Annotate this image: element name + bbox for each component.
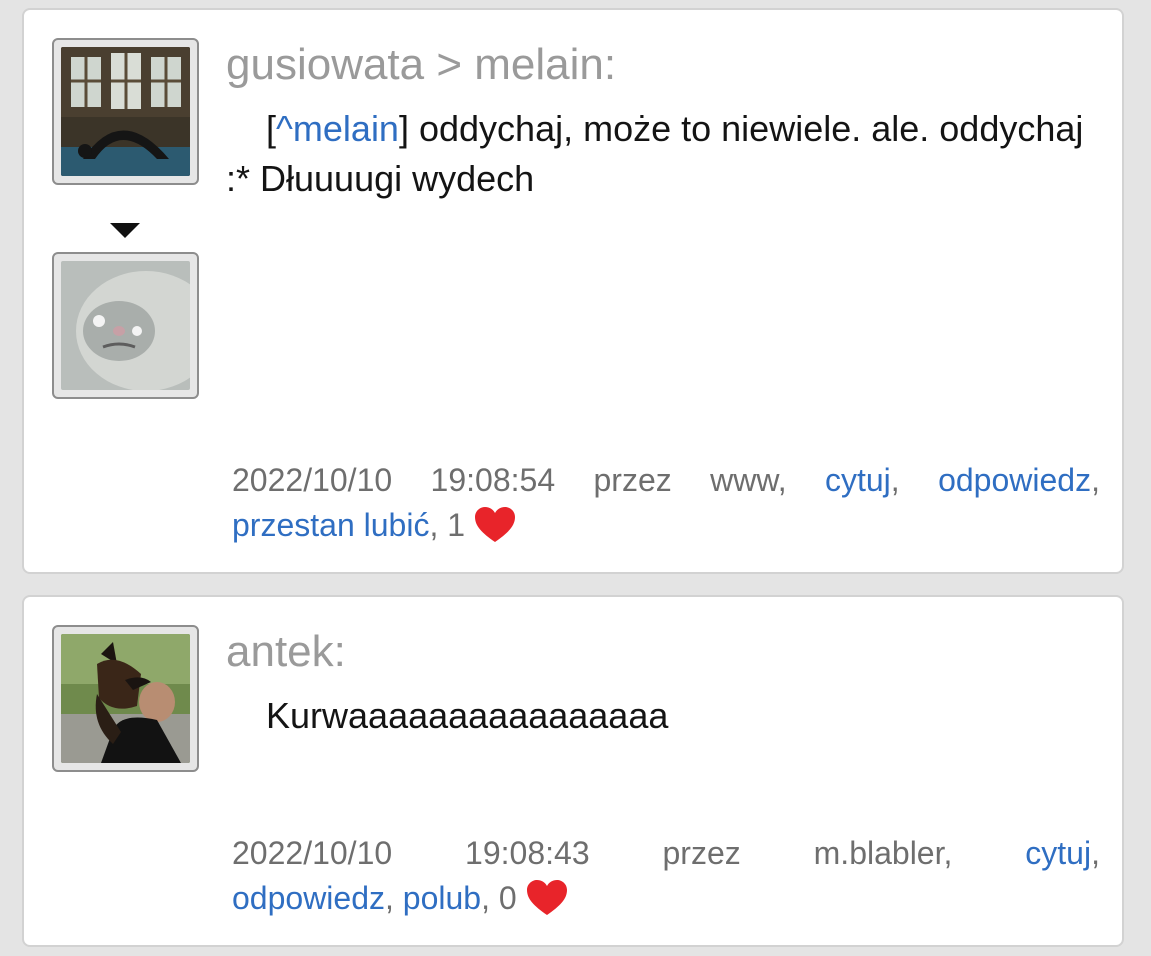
separator: , bbox=[429, 506, 439, 543]
post-author: antek: bbox=[226, 627, 346, 676]
separator: , bbox=[1091, 462, 1100, 498]
heart-icon bbox=[526, 879, 567, 915]
mention-link[interactable]: ^melain bbox=[276, 108, 399, 149]
meta-line: 2022/10/10 19:08:43 przez m.blabler, cyt… bbox=[232, 831, 1100, 876]
quote-link[interactable]: cytuj bbox=[1025, 835, 1091, 871]
quote-item: cytuj, bbox=[825, 458, 900, 503]
post-content: [^melain] oddychaj, może to niewiele. al… bbox=[226, 104, 1106, 203]
post-via: przez bbox=[662, 835, 741, 871]
heart-icon bbox=[474, 506, 515, 542]
separator: , bbox=[481, 879, 490, 916]
meta-line: 2022/10/10 19:08:54 przez www, cytuj, od… bbox=[232, 458, 1100, 503]
separator: , bbox=[1091, 835, 1100, 871]
caret-down-icon bbox=[110, 223, 140, 238]
post-card: gusiowata > melain: [^melain] oddychaj, … bbox=[22, 8, 1124, 574]
post-meta: 2022/10/10 19:08:54 przez www, cytuj, od… bbox=[232, 458, 1100, 548]
post-date: 2022/10/10 bbox=[232, 462, 393, 498]
like-link[interactable]: polub bbox=[403, 880, 481, 916]
post-date: 2022/10/10 bbox=[232, 835, 393, 871]
avatar-photo-hedgehog bbox=[61, 261, 190, 390]
meta-line: odpowiedz, polub, 0 bbox=[232, 876, 1100, 921]
post-content: Kurwaaaaaaaaaaaaaaaa bbox=[226, 691, 1106, 741]
sender-avatar[interactable] bbox=[52, 38, 199, 185]
post-time: 19:08:43 bbox=[465, 835, 590, 871]
avatar-photo-yoga bbox=[61, 47, 190, 176]
quote-link[interactable]: cytuj bbox=[825, 462, 891, 498]
reply-item: odpowiedz, bbox=[938, 458, 1100, 503]
post-time: 19:08:54 bbox=[430, 462, 556, 498]
post-meta: 2022/10/10 19:08:43 przez m.blabler, cyt… bbox=[232, 831, 1100, 921]
post-text: Kurwaaaaaaaaaaaaaaaa bbox=[266, 695, 669, 736]
separator: , bbox=[890, 462, 900, 498]
reply-link[interactable]: odpowiedz bbox=[938, 462, 1091, 498]
likes-count: 1 bbox=[447, 506, 466, 543]
post-author: gusiowata > melain: bbox=[226, 40, 617, 89]
post-source: www, bbox=[710, 462, 787, 498]
avatar-photo-dog bbox=[61, 634, 190, 763]
mention-bracket-close: ] bbox=[398, 108, 409, 149]
mention-bracket-open: [ bbox=[266, 108, 277, 149]
post-source: m.blabler, bbox=[813, 835, 953, 871]
likes-count: 0 bbox=[498, 879, 517, 916]
quote-item: cytuj, bbox=[1025, 831, 1100, 876]
post-via: przez bbox=[593, 462, 672, 498]
post-card: antek: Kurwaaaaaaaaaaaaaaaa 2022/10/10 1… bbox=[22, 595, 1124, 947]
unlike-link[interactable]: przestan lubić bbox=[232, 507, 429, 543]
recipient-avatar[interactable] bbox=[52, 252, 199, 399]
meta-line: przestan lubić, 1 bbox=[232, 503, 1100, 548]
sender-avatar[interactable] bbox=[52, 625, 199, 772]
separator: , bbox=[385, 879, 394, 916]
reply-link[interactable]: odpowiedz bbox=[232, 880, 385, 916]
